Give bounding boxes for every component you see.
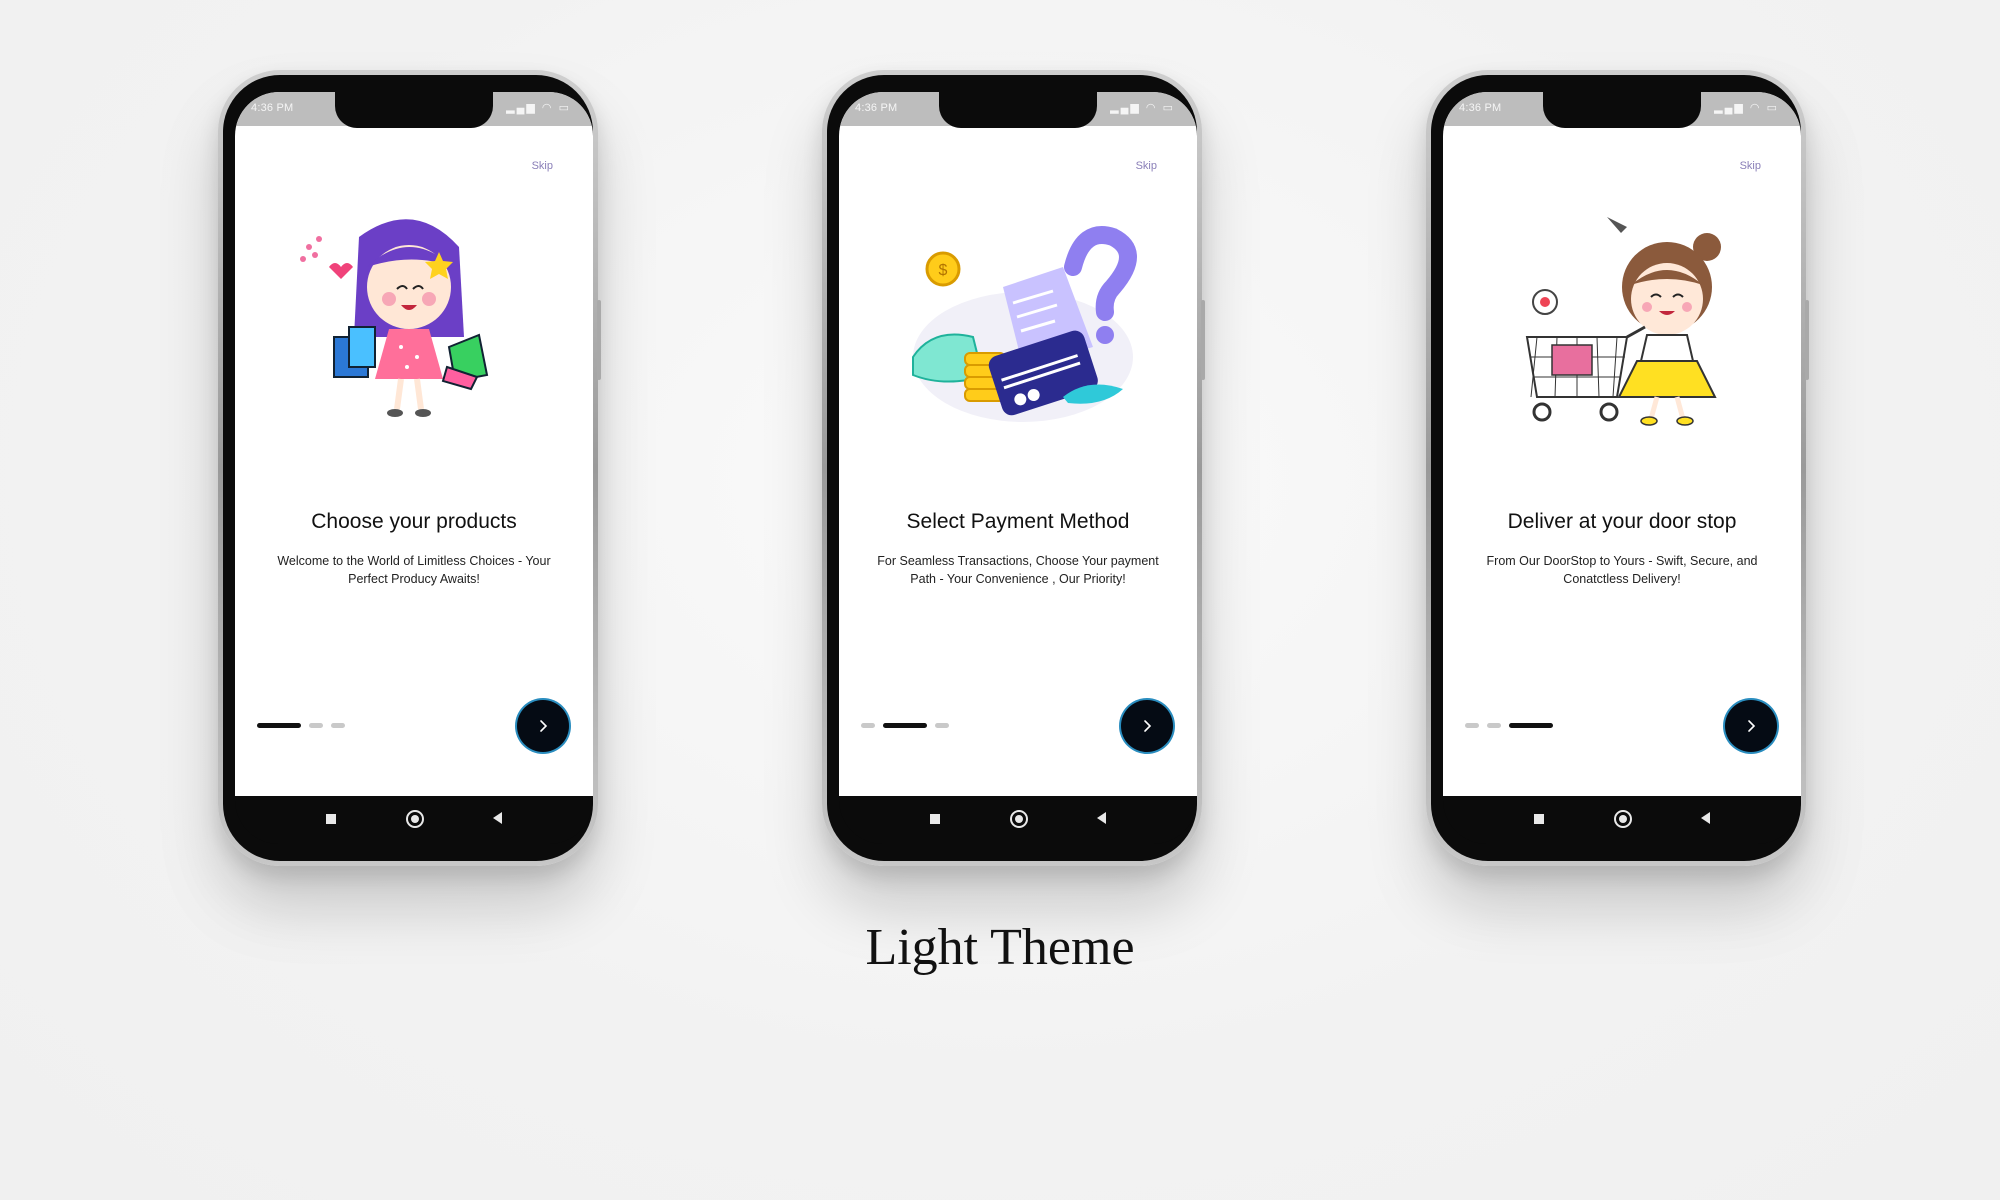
next-button[interactable] xyxy=(517,700,569,752)
phone-mockup-1: 4:36 PM ▂▄▆ ◠ ▭ Skip Choose your product… xyxy=(218,70,601,866)
theme-caption: Light Theme xyxy=(865,919,1135,976)
signal-icon: ▂▄▆ xyxy=(1110,102,1141,114)
page-indicator xyxy=(257,722,345,728)
status-time: 4:36 PM xyxy=(855,102,898,114)
page-dot-1 xyxy=(861,722,875,728)
payment-card-and-coins-illustration: $ xyxy=(912,226,1137,422)
next-button[interactable] xyxy=(1121,700,1173,752)
page-indicator xyxy=(1465,722,1553,728)
battery-icon: ▭ xyxy=(1766,102,1779,114)
girl-with-shopping-cart-illustration xyxy=(1525,217,1721,426)
home-icon[interactable] xyxy=(406,810,424,828)
page-dot-2 xyxy=(309,722,323,728)
wifi-icon: ◠ xyxy=(1749,102,1762,114)
phone-mockup-2: 4:36 PM ▂▄▆ ◠ ▭ Skip $ Select Payment Me… xyxy=(822,70,1205,866)
android-nav-bar xyxy=(839,796,1197,844)
onboarding-screen-1: 4:36 PM ▂▄▆ ◠ ▭ Skip Choose your product… xyxy=(235,92,593,796)
phone-notch xyxy=(939,92,1097,128)
screen-subtitle: For Seamless Transactions, Choose Your p… xyxy=(877,554,1159,586)
phone-side-button xyxy=(597,300,601,380)
recent-apps-icon[interactable] xyxy=(930,814,940,824)
screen-title: Select Payment Method xyxy=(906,510,1130,533)
screen-subtitle: From Our DoorStop to Yours - Swift, Secu… xyxy=(1486,554,1758,586)
status-icons: ▂▄▆ ◠ ▭ xyxy=(1714,101,1779,114)
status-time: 4:36 PM xyxy=(251,102,294,114)
phone-mockup-3: 4:36 PM ▂▄▆ ◠ ▭ Skip Deliver at your doo… xyxy=(1426,70,1809,866)
chevron-right-icon xyxy=(1144,720,1152,732)
home-icon[interactable] xyxy=(1010,810,1028,828)
svg-text:$: $ xyxy=(939,262,948,279)
phone-side-button xyxy=(1201,300,1205,380)
android-nav-bar xyxy=(235,796,593,844)
status-icons: ▂▄▆ ◠ ▭ xyxy=(1110,101,1175,114)
home-icon[interactable] xyxy=(1614,810,1632,828)
screen-subtitle: Welcome to the World of Limitless Choice… xyxy=(277,554,551,586)
recent-apps-icon[interactable] xyxy=(1534,814,1544,824)
skip-link[interactable]: Skip xyxy=(1136,160,1157,172)
page-dot-3 xyxy=(331,722,345,728)
page-dot-1 xyxy=(257,722,301,728)
wifi-icon: ◠ xyxy=(1145,102,1158,114)
chevron-right-icon xyxy=(540,720,548,732)
page-indicator xyxy=(861,722,949,728)
skip-link[interactable]: Skip xyxy=(1740,160,1761,172)
page-dot-2 xyxy=(1487,722,1501,728)
page-dot-3 xyxy=(935,722,949,728)
android-nav-bar xyxy=(1443,796,1801,844)
battery-icon: ▭ xyxy=(1162,102,1175,114)
onboarding-screen-3: 4:36 PM ▂▄▆ ◠ ▭ Skip Deliver at your doo… xyxy=(1443,92,1801,796)
screen-title: Deliver at your door stop xyxy=(1507,510,1737,533)
recent-apps-icon[interactable] xyxy=(326,814,336,824)
back-icon[interactable] xyxy=(493,812,502,824)
status-icons: ▂▄▆ ◠ ▭ xyxy=(506,101,571,114)
wifi-icon: ◠ xyxy=(541,102,554,114)
signal-icon: ▂▄▆ xyxy=(506,102,537,114)
page-dot-1 xyxy=(1465,722,1479,728)
back-icon[interactable] xyxy=(1097,812,1106,824)
page-dot-2 xyxy=(883,722,927,728)
page-dot-3 xyxy=(1509,722,1553,728)
signal-icon: ▂▄▆ xyxy=(1714,102,1745,114)
skip-link[interactable]: Skip xyxy=(532,160,553,172)
status-time: 4:36 PM xyxy=(1459,102,1502,114)
battery-icon: ▭ xyxy=(558,102,571,114)
onboarding-screen-2: 4:36 PM ▂▄▆ ◠ ▭ Skip $ Select Payment Me… xyxy=(839,92,1197,796)
phone-notch xyxy=(1543,92,1701,128)
chevron-right-icon xyxy=(1748,720,1756,732)
back-icon[interactable] xyxy=(1701,812,1710,824)
phone-notch xyxy=(335,92,493,128)
next-button[interactable] xyxy=(1725,700,1777,752)
mockup-stage: 4:36 PM ▂▄▆ ◠ ▭ Skip Choose your product… xyxy=(0,0,2000,1200)
phone-side-button xyxy=(1805,300,1809,380)
girl-with-shopping-bags-illustration xyxy=(300,219,489,417)
screen-title: Choose your products xyxy=(311,510,517,533)
